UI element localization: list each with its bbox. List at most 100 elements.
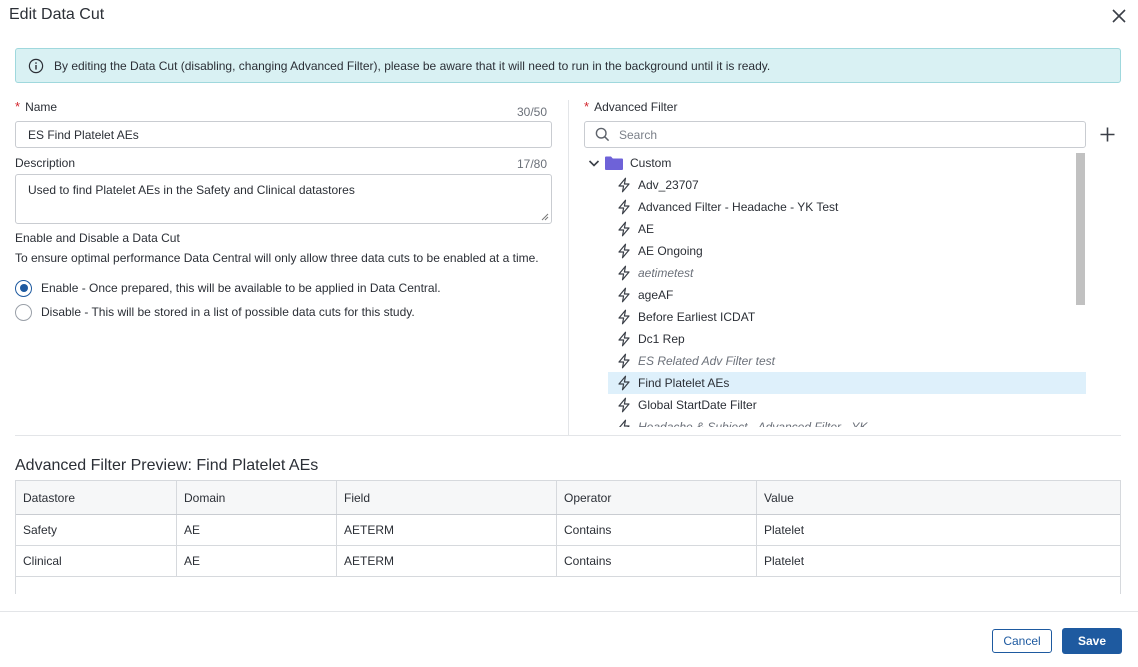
tree-item-label: Headache & Subject - Advanced Filter - Y… — [638, 420, 868, 427]
lightning-bolt-icon — [618, 287, 630, 303]
description-textarea[interactable]: Used to find Platelet AEs in the Safety … — [15, 174, 552, 224]
tree-item-filter[interactable]: Before Earliest ICDAT — [608, 306, 1086, 328]
table-cell: Platelet — [764, 523, 805, 537]
info-icon — [28, 58, 44, 74]
section-divider — [15, 435, 1121, 436]
name-input[interactable] — [15, 121, 552, 148]
radio-button-disable[interactable] — [15, 303, 32, 321]
filter-search-box — [584, 121, 1086, 148]
disable-radio-option[interactable]: Disable - This will be stored in a list … — [15, 303, 415, 321]
enable-section-heading: Enable and Disable a Data Cut — [15, 231, 180, 245]
required-marker: * — [584, 99, 590, 114]
search-icon — [595, 127, 610, 142]
disable-radio-label: Disable - This will be stored in a list … — [41, 305, 415, 319]
info-alert: By editing the Data Cut (disabling, chan… — [15, 48, 1121, 83]
tree-item-label: aetimetest — [638, 266, 694, 280]
table-cell: AE — [177, 546, 337, 576]
description-label: Description — [15, 156, 76, 170]
table-row: Clinical AE AETERM Contains Platelet — [16, 546, 1120, 577]
tree-item-filter[interactable]: AE Ongoing — [608, 240, 1086, 262]
table-cell: AETERM — [337, 515, 557, 545]
column-divider — [568, 100, 569, 435]
add-filter-button[interactable] — [1099, 126, 1116, 143]
tree-item-filter[interactable]: Advanced Filter - Headache - YK Test — [608, 196, 1086, 218]
close-button[interactable] — [1110, 7, 1128, 25]
enable-radio-option[interactable]: Enable - Once prepared, this will be ava… — [15, 279, 441, 297]
tree-item-filter[interactable]: Adv_23707 — [608, 174, 1086, 196]
table-cell: Contains — [557, 515, 757, 545]
name-char-counter: 30/50 — [517, 105, 548, 119]
table-cell: Contains — [557, 546, 757, 576]
tree-folder-custom[interactable]: Custom — [584, 152, 1074, 174]
tree-item-filter[interactable]: Dc1 Rep — [608, 328, 1086, 350]
table-header-cell: Value — [764, 490, 794, 505]
lightning-bolt-icon — [618, 199, 630, 215]
lightning-bolt-icon — [618, 221, 630, 237]
table-cell: Platelet — [764, 554, 805, 568]
tree-item-label: Global StartDate Filter — [638, 398, 757, 412]
folder-icon — [605, 156, 623, 170]
footer-divider — [0, 611, 1138, 612]
filter-tree: Custom Adv_23707 Advanced Filter - Headac… — [584, 152, 1086, 427]
description-char-counter: 17/80 — [517, 157, 548, 171]
save-button[interactable]: Save — [1062, 628, 1122, 654]
table-cell: Safety — [16, 515, 177, 545]
table-cell: AETERM — [337, 546, 557, 576]
table-header-cell: Datastore — [16, 481, 177, 514]
table-header-cell: Operator — [557, 481, 757, 514]
lightning-bolt-icon — [618, 375, 630, 391]
table-header-row: Datastore Domain Field Operator Value — [16, 481, 1120, 515]
table-header-cell: Domain — [177, 481, 337, 514]
preview-title: Advanced Filter Preview: Find Platelet A… — [15, 457, 319, 474]
description-text: Used to find Platelet AEs in the Safety … — [28, 183, 355, 197]
required-marker: * — [15, 99, 21, 114]
resize-grip-icon[interactable] — [541, 213, 549, 221]
lightning-bolt-icon — [618, 331, 630, 347]
tree-item-label: ageAF — [638, 288, 674, 302]
enable-section-description: To ensure optimal performance Data Centr… — [15, 251, 539, 265]
plus-icon — [1100, 127, 1115, 142]
table-header-cell: Field — [337, 481, 557, 514]
cancel-button[interactable]: Cancel — [992, 629, 1052, 653]
close-icon — [1112, 9, 1126, 23]
tree-item-label: Adv_23707 — [638, 178, 699, 192]
radio-button-enable[interactable] — [15, 279, 32, 297]
tree-item-filter[interactable]: Headache & Subject - Advanced Filter - Y… — [608, 416, 1086, 427]
chevron-down-icon[interactable] — [586, 155, 602, 171]
filter-search-input[interactable] — [619, 127, 1069, 143]
lightning-bolt-icon — [618, 353, 630, 369]
edit-data-cut-dialog: Edit Data Cut By editing the Data Cut (d… — [0, 0, 1138, 667]
name-label: * Name — [15, 99, 57, 114]
tree-item-label: AE — [638, 222, 655, 236]
lightning-bolt-icon — [618, 265, 630, 281]
lightning-bolt-icon — [618, 397, 630, 413]
preview-table: Datastore Domain Field Operator Value Safety A… — [15, 480, 1121, 594]
lightning-bolt-icon — [618, 309, 630, 325]
tree-item-filter[interactable]: aetimetest — [608, 262, 1086, 284]
tree-item-filter[interactable]: AE — [608, 218, 1086, 240]
tree-item-label: AE Ongoing — [638, 244, 703, 258]
enable-radio-label: Enable - Once prepared, this will be ava… — [41, 281, 441, 295]
tree-item-label: Advanced Filter - Headache - YK Test — [638, 200, 839, 214]
table-cell: AE — [177, 515, 337, 545]
lightning-bolt-icon — [618, 177, 630, 193]
tree-item-label: Dc1 Rep — [638, 332, 685, 346]
alert-text: By editing the Data Cut (disabling, chan… — [54, 59, 771, 73]
tree-item-label: Find Platelet AEs — [638, 376, 730, 390]
table-cell: Clinical — [16, 546, 177, 576]
tree-item-filter[interactable]: ES Related Adv Filter test — [608, 350, 1086, 372]
tree-item-filter[interactable]: Global StartDate Filter — [608, 394, 1086, 416]
tree-scrollbar[interactable] — [1076, 153, 1085, 305]
tree-item-filter[interactable]: ageAF — [608, 284, 1086, 306]
tree-item-filter[interactable]: Find Platelet AEs — [608, 372, 1086, 394]
advanced-filter-label: * Advanced Filter — [584, 99, 677, 114]
tree-item-label: ES Related Adv Filter test — [638, 354, 775, 368]
folder-label: Custom — [630, 156, 672, 170]
advanced-filter-label-text: Advanced Filter — [594, 100, 678, 114]
lightning-bolt-icon — [618, 243, 630, 259]
dialog-title: Edit Data Cut — [9, 6, 105, 23]
name-label-text: Name — [25, 100, 58, 114]
table-row: Safety AE AETERM Contains Platelet — [16, 515, 1120, 546]
lightning-bolt-icon — [619, 419, 630, 427]
tree-item-label: Before Earliest ICDAT — [638, 310, 756, 324]
